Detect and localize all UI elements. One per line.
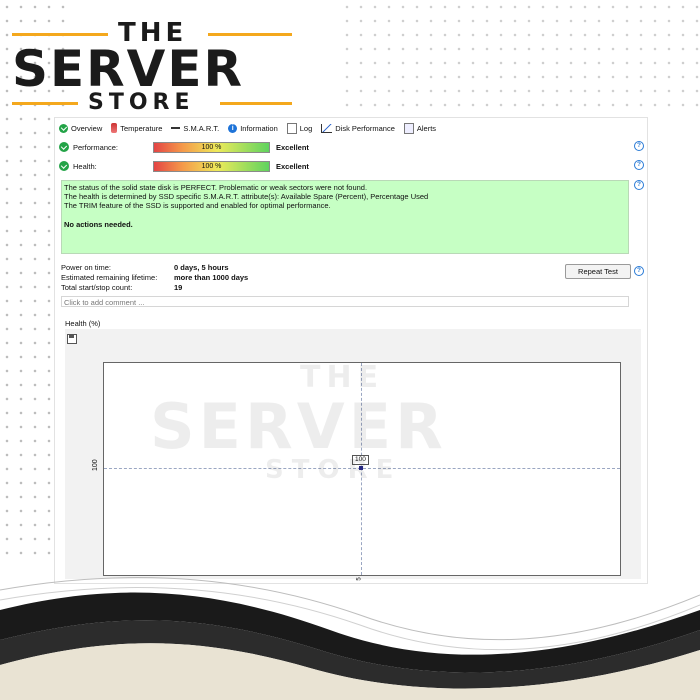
dotted-pattern-top-right	[340, 0, 700, 110]
performance-value: 100 %	[201, 143, 222, 151]
y-axis-tick: 100	[92, 459, 99, 471]
help-icon[interactable]: ?	[634, 266, 644, 276]
data-point-label: 100	[352, 455, 369, 465]
tab-smart[interactable]: S.M.A.R.T.	[171, 122, 219, 134]
tab-label: Temperature	[120, 123, 163, 133]
tab-overview[interactable]: Overview	[59, 122, 102, 134]
tab-label: Disk Performance	[335, 123, 395, 133]
tab-alerts[interactable]: Alerts	[403, 122, 437, 134]
lifetime-label: Estimated remaining lifetime:	[61, 273, 158, 282]
log-icon	[286, 122, 297, 134]
graph-title: Health (%)	[65, 319, 101, 328]
logo-line-right	[208, 33, 292, 36]
help-icon[interactable]: ?	[634, 160, 644, 170]
tab-label: Log	[299, 123, 313, 133]
tab-label: Information	[240, 123, 278, 133]
startstop-label: Total start/stop count:	[61, 283, 133, 292]
tab-label: Overview	[71, 123, 103, 133]
health-graph: 100 100 5	[65, 329, 641, 581]
performance-bar: 100 %	[153, 141, 270, 153]
health-row: Health: 100 % Excellent	[59, 159, 309, 173]
health-status: Excellent	[276, 161, 309, 171]
logo-line-left	[12, 33, 108, 36]
message-line: The health is determined by SSD specific…	[64, 192, 429, 202]
check-circle-icon	[59, 142, 69, 152]
comment-field[interactable]: Click to add comment ...	[61, 296, 629, 307]
tab-label: Alerts	[416, 123, 437, 133]
logo-server: SERVER	[12, 44, 244, 94]
power-on-label: Power on time:	[61, 263, 112, 272]
health-bar: 100 %	[153, 160, 270, 172]
tab-temperature[interactable]: Temperature	[111, 122, 162, 134]
smart-icon	[171, 127, 181, 129]
help-icon[interactable]: ?	[634, 141, 644, 151]
message-line: The status of the solid state disk is PE…	[64, 183, 368, 192]
tab-log[interactable]: Log	[286, 122, 313, 134]
repeat-test-button[interactable]: Repeat Test	[565, 264, 631, 279]
tab-disk-performance[interactable]: Disk Performance	[321, 122, 395, 134]
tab-label: S.M.A.R.T.	[183, 123, 220, 133]
save-icon[interactable]	[67, 334, 77, 344]
logo-store: STORE	[88, 90, 195, 115]
check-circle-icon	[59, 161, 69, 171]
message-line: The TRIM feature of the SSD is supported…	[64, 201, 331, 211]
performance-row: Performance: 100 % Excellent	[59, 140, 309, 154]
health-label: Health:	[73, 161, 97, 171]
thermometer-icon	[111, 123, 118, 133]
status-message-box: The status of the solid state disk is PE…	[61, 180, 629, 254]
startstop-value: 19	[174, 283, 183, 292]
tab-bar: Overview Temperature S.M.A.R.T. i Informa…	[59, 122, 445, 136]
decorative-swoosh	[0, 577, 700, 700]
check-circle-icon	[59, 123, 68, 133]
lifetime-value: more than 1000 days	[174, 273, 249, 282]
message-action: No actions needed.	[64, 219, 133, 229]
disk-performance-icon	[321, 123, 333, 133]
power-on-value: 0 days, 5 hours	[174, 263, 229, 272]
performance-status: Excellent	[276, 142, 309, 152]
health-value: 100 %	[201, 162, 222, 170]
graph-plot-area: 100	[103, 362, 621, 576]
performance-label: Performance:	[73, 142, 119, 152]
app-window: Overview Temperature S.M.A.R.T. i Informa…	[54, 117, 648, 584]
alerts-icon	[403, 122, 414, 134]
data-point[interactable]	[359, 466, 363, 470]
logo-line-bottom-right	[220, 102, 292, 105]
info-icon: i	[228, 123, 238, 133]
tab-information[interactable]: i Information	[228, 122, 278, 134]
logo-line-bottom-left	[12, 102, 78, 105]
brand-logo: THE SERVER STORE	[8, 14, 298, 115]
help-icon[interactable]: ?	[634, 180, 644, 190]
disk-info: Power on time: 0 days, 5 hours Estimated …	[61, 263, 248, 293]
